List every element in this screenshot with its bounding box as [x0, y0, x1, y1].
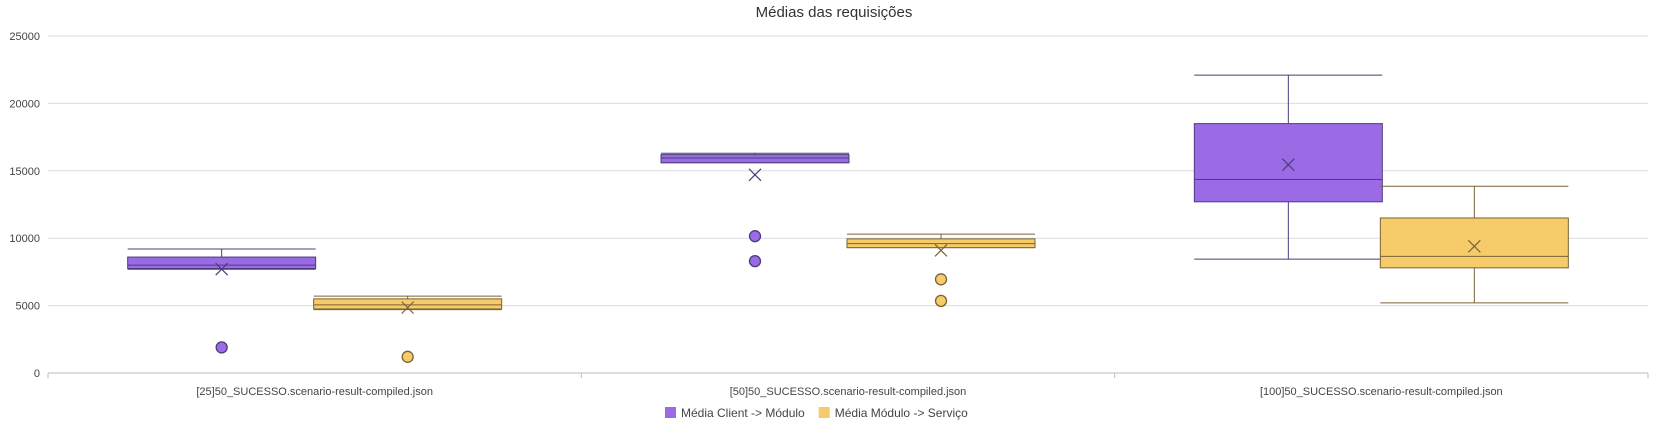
grid-lines [48, 35, 1648, 374]
y-tick-label: 0 [34, 368, 40, 380]
chart-title: Médias das requisições [756, 4, 913, 21]
legend-swatch [665, 407, 676, 418]
box-0-1 [660, 152, 850, 268]
box-iqr [660, 154, 850, 164]
x-category-label: [25]50_SUCESSO.scenario-result-compiled.… [196, 386, 433, 398]
legend[interactable]: Média Client -> Módulo Média Módulo -> Se… [665, 406, 968, 420]
x-category-label: [50]50_SUCESSO.scenario-result-compiled.… [730, 386, 967, 398]
legend-item[interactable]: Média Módulo -> Serviço [818, 406, 968, 420]
box-0-2 [1193, 74, 1383, 260]
boxes-layer [127, 74, 1569, 363]
legend-item[interactable]: Média Client -> Módulo [665, 406, 805, 420]
x-category-label: [100]50_SUCESSO.scenario-result-compiled… [1260, 386, 1503, 398]
y-tick-label: 20000 [9, 98, 40, 110]
outlier-point [934, 294, 948, 308]
outlier-point [748, 230, 762, 243]
outlier-point [934, 273, 948, 286]
box-plot-chart: Médias das requisições 0 5000 10000 15000 20… [9, 4, 1649, 420]
x-axis: [25]50_SUCESSO.scenario-result-compiled.… [47, 373, 1649, 398]
box-iqr [1379, 217, 1569, 269]
y-tick-label: 5000 [16, 301, 40, 313]
box-1-1 [846, 233, 1036, 308]
box-1-0 [313, 295, 503, 363]
box-1-2 [1379, 185, 1569, 304]
legend-label: Média Client -> Módulo [681, 406, 805, 420]
box-iqr [1193, 123, 1383, 203]
box-0-0 [127, 248, 317, 354]
y-axis: 0 5000 10000 15000 20000 25000 [9, 31, 40, 380]
legend-label: Média Módulo -> Serviço [835, 406, 968, 420]
y-tick-label: 15000 [9, 166, 40, 178]
outlier-point [215, 341, 228, 354]
outlier-point [748, 254, 762, 268]
box-iqr [127, 256, 317, 270]
legend-swatch [818, 407, 830, 418]
y-tick-label: 25000 [9, 31, 40, 43]
outlier-point [401, 350, 414, 363]
y-tick-label: 10000 [9, 233, 40, 245]
